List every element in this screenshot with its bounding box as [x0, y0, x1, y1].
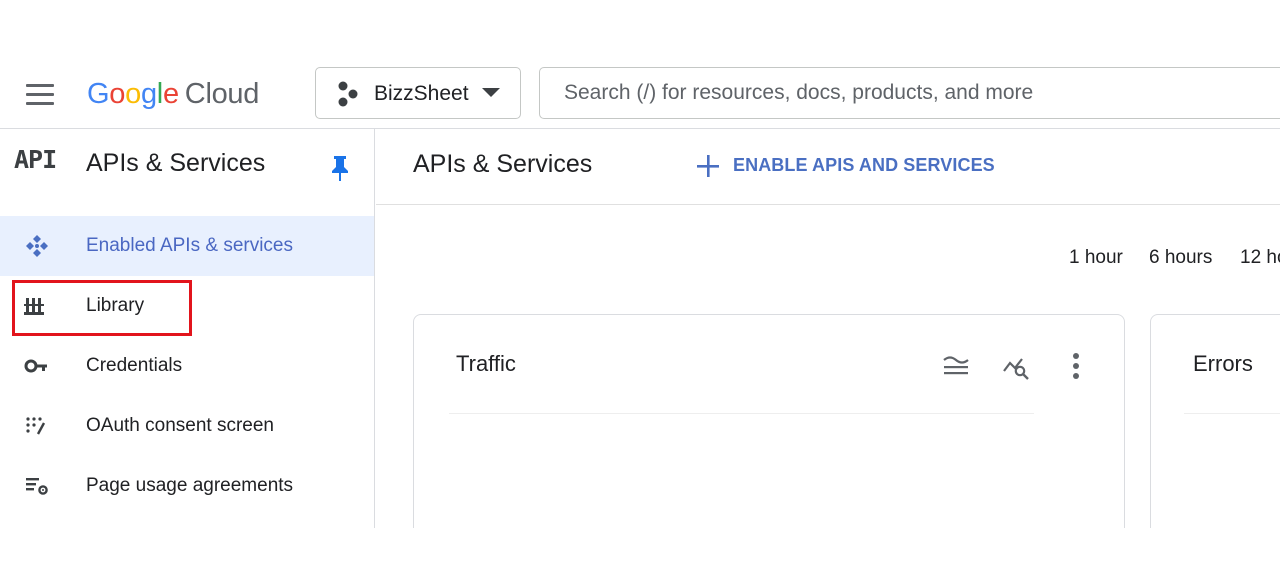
- project-dots-icon: [338, 81, 358, 107]
- errors-card-title: Errors: [1193, 351, 1253, 376]
- errors-card-divider: [1184, 413, 1280, 414]
- sidebar-item-page-usage[interactable]: Page usage agreements: [0, 456, 374, 516]
- enabled-apis-icon: [26, 235, 48, 257]
- hamburger-menu-icon[interactable]: [22, 84, 56, 106]
- legend-toggle-icon[interactable]: [941, 351, 971, 381]
- query-stats-icon[interactable]: [1001, 351, 1031, 381]
- caret-down-icon: [482, 88, 500, 97]
- top-bar: Google Cloud BizzSheet: [0, 40, 1280, 129]
- time-range-1-hour[interactable]: 1 hour: [1069, 247, 1123, 269]
- google-cloud-logo[interactable]: Google Cloud: [87, 74, 259, 114]
- more-vert-icon[interactable]: [1061, 351, 1091, 381]
- errors-card: Errors: [1150, 314, 1280, 544]
- api-logo: API: [14, 145, 57, 174]
- sidebar-item-oauth[interactable]: OAuth consent screen: [0, 396, 374, 456]
- traffic-card-divider: [449, 413, 1034, 414]
- sidebar-item-credentials[interactable]: Credentials: [0, 336, 374, 396]
- traffic-card: Traffic: [413, 314, 1125, 544]
- search-box[interactable]: [539, 67, 1280, 119]
- oauth-icon: [26, 417, 46, 435]
- sidebar-item-enabled-apis[interactable]: Enabled APIs & services: [0, 216, 374, 276]
- time-range-12-hours[interactable]: 12 hours: [1240, 247, 1280, 269]
- key-icon: [24, 359, 47, 373]
- project-name: BizzSheet: [374, 82, 469, 105]
- page-bottom-blank: [0, 528, 1280, 585]
- pin-icon[interactable]: [330, 154, 350, 182]
- plus-icon: [697, 155, 719, 177]
- project-selector-button[interactable]: BizzSheet: [315, 67, 521, 119]
- library-highlight-box: [12, 280, 192, 336]
- settings-list-icon: [26, 478, 48, 495]
- sidenav-title: APIs & Services: [86, 149, 266, 177]
- traffic-card-title: Traffic: [456, 351, 516, 376]
- page-title: APIs & Services: [413, 150, 593, 178]
- time-range-6-hours[interactable]: 6 hours: [1149, 247, 1212, 269]
- search-input[interactable]: [540, 68, 1280, 118]
